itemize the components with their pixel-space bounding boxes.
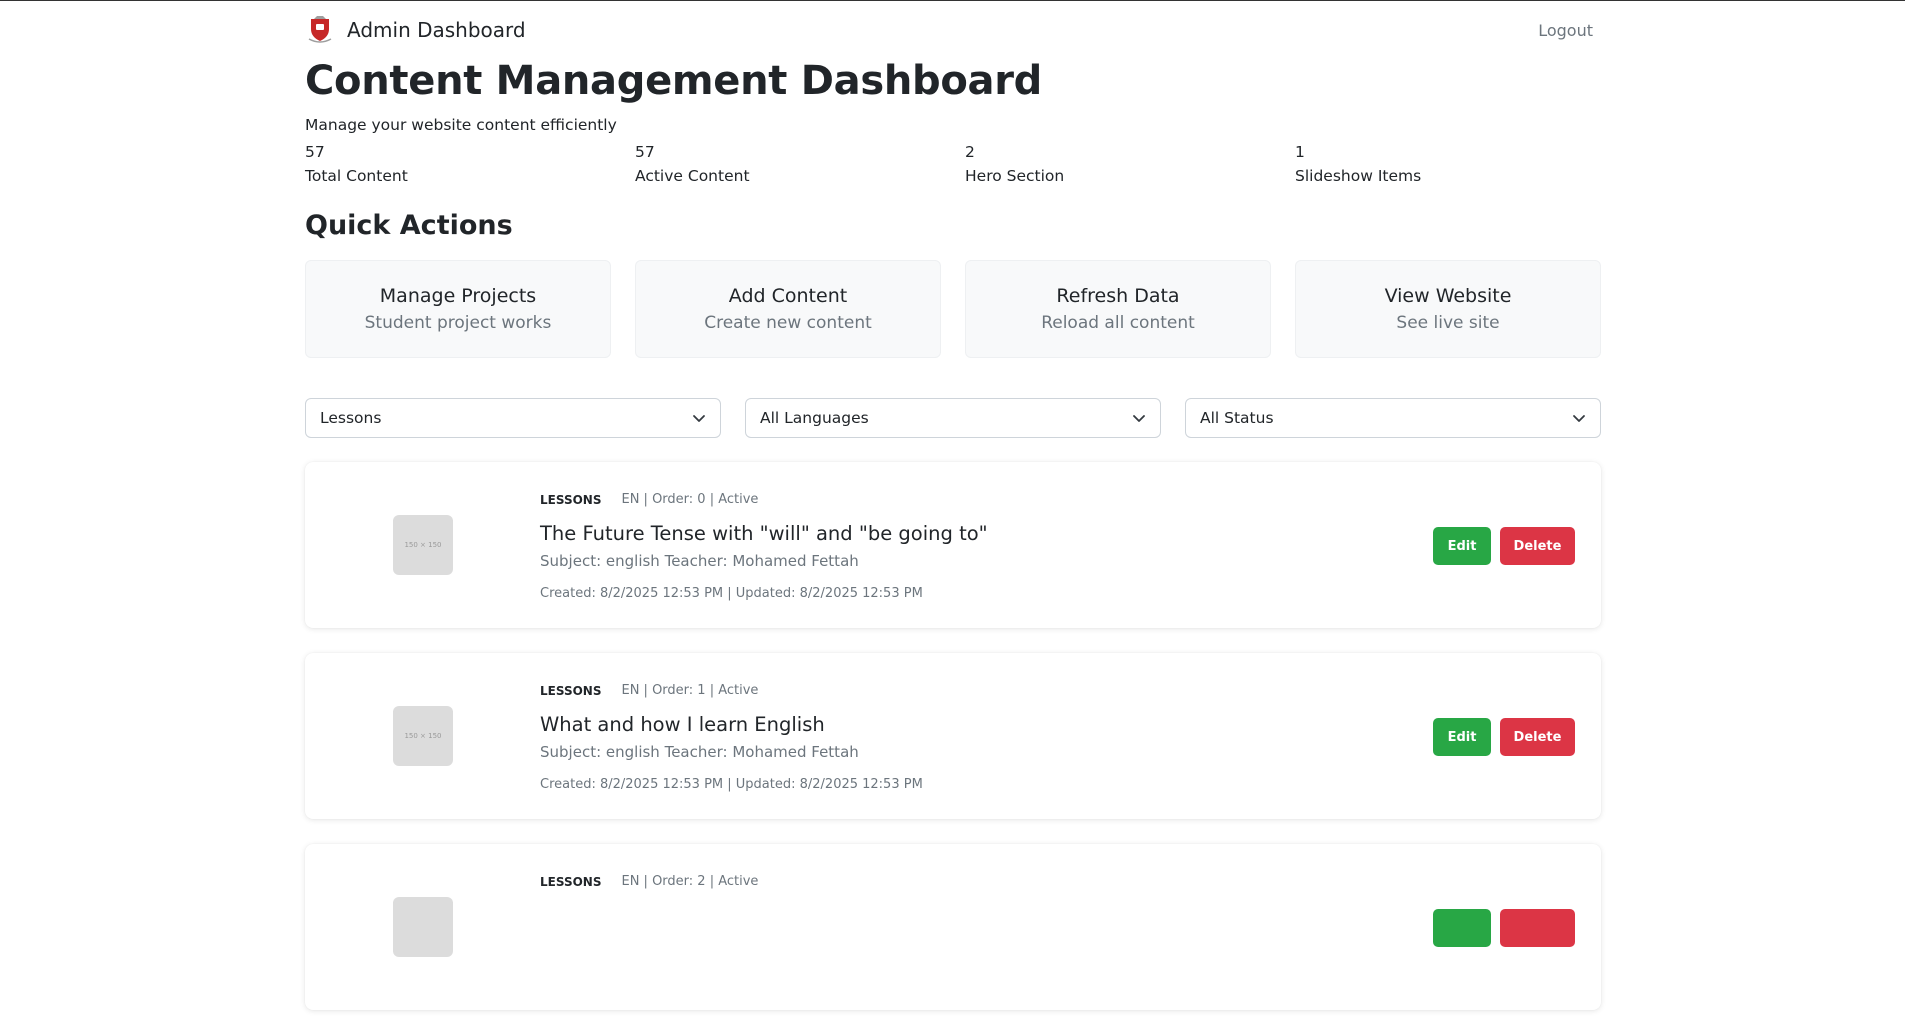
content-item: LESSONS EN | Order: 2 | Active (305, 844, 1601, 1010)
item-actions: Edit Delete (1433, 718, 1575, 756)
delete-button[interactable]: Delete (1500, 527, 1575, 565)
chevron-down-icon (1573, 415, 1585, 422)
item-meta-row: LESSONS EN | Order: 0 | Active (540, 492, 758, 507)
manage-projects-button[interactable]: Manage Projects Student project works (305, 260, 611, 358)
item-meta-row: LESSONS EN | Order: 2 | Active (540, 874, 758, 889)
item-dates: Created: 8/2/2025 12:53 PM | Updated: 8/… (540, 777, 923, 792)
delete-button[interactable]: Delete (1500, 718, 1575, 756)
brand-title: Admin Dashboard (347, 18, 526, 42)
select-value: All Languages (760, 409, 869, 427)
brand[interactable]: Admin Dashboard (305, 15, 526, 45)
page-subtitle: Manage your website content efficiently (305, 116, 617, 134)
action-title: Add Content (728, 285, 848, 307)
quick-actions: Manage Projects Student project works Ad… (305, 260, 1601, 358)
content-item: 150 × 150 LESSONS EN | Order: 1 | Active… (305, 653, 1601, 819)
stat-slideshow-items: 1 Slideshow Items (1295, 140, 1625, 188)
thumbnail-placeholder (393, 897, 453, 957)
filters: Lessons All Languages All Status (305, 398, 1601, 438)
stat-value: 57 (635, 143, 655, 161)
action-desc: See live site (1396, 313, 1500, 333)
item-meta: EN | Order: 0 | Active (621, 492, 759, 507)
quick-actions-title: Quick Actions (305, 210, 513, 241)
chevron-down-icon (1133, 415, 1145, 422)
stat-value: 2 (965, 143, 975, 161)
item-actions (1433, 909, 1575, 947)
action-title: Manage Projects (379, 285, 537, 307)
thumbnail-placeholder: 150 × 150 (393, 515, 453, 575)
stat-active-content: 57 Active Content (635, 140, 965, 188)
navbar: Admin Dashboard Logout (305, 1, 1601, 59)
item-meta-row: LESSONS EN | Order: 1 | Active (540, 683, 758, 698)
content-type-tag: LESSONS (540, 492, 602, 507)
edit-button[interactable]: Edit (1433, 527, 1491, 565)
item-subtitle: Subject: english Teacher: Mohamed Fettah (540, 743, 859, 761)
edit-button[interactable]: Edit (1433, 718, 1491, 756)
stat-hero-section: 2 Hero Section (965, 140, 1295, 188)
content-item: 150 × 150 LESSONS EN | Order: 0 | Active… (305, 462, 1601, 628)
select-value: All Status (1200, 409, 1274, 427)
stat-label: Hero Section (965, 167, 1065, 185)
shield-crest-icon (308, 16, 332, 43)
content-type-select[interactable]: Lessons (305, 398, 721, 438)
edit-button[interactable] (1433, 909, 1491, 947)
item-title: What and how I learn English (540, 713, 825, 736)
stat-total-content: 57 Total Content (305, 140, 635, 188)
content-list: 150 × 150 LESSONS EN | Order: 0 | Active… (305, 462, 1601, 1035)
delete-button[interactable] (1500, 909, 1575, 947)
language-select[interactable]: All Languages (745, 398, 1161, 438)
select-value: Lessons (320, 409, 382, 427)
content-type-tag: LESSONS (540, 683, 602, 698)
action-desc: Create new content (704, 313, 872, 333)
stat-label: Total Content (305, 167, 408, 185)
add-content-button[interactable]: Add Content Create new content (635, 260, 941, 358)
action-title: View Website (1384, 285, 1512, 307)
stat-value: 57 (305, 143, 325, 161)
item-meta: EN | Order: 2 | Active (621, 874, 759, 889)
page-title: Content Management Dashboard (305, 58, 1042, 104)
action-desc: Reload all content (1041, 313, 1195, 333)
action-desc: Student project works (364, 313, 552, 333)
stats-row: 57 Total Content 57 Active Content 2 Her… (305, 140, 1625, 188)
item-title: The Future Tense with "will" and "be goi… (540, 522, 988, 545)
item-meta: EN | Order: 1 | Active (621, 683, 759, 698)
item-actions: Edit Delete (1433, 527, 1575, 565)
action-title: Refresh Data (1056, 285, 1180, 307)
status-select[interactable]: All Status (1185, 398, 1601, 438)
item-subtitle: Subject: english Teacher: Mohamed Fettah (540, 552, 859, 570)
refresh-data-button[interactable]: Refresh Data Reload all content (965, 260, 1271, 358)
view-website-button[interactable]: View Website See live site (1295, 260, 1601, 358)
thumbnail-placeholder: 150 × 150 (393, 706, 453, 766)
item-dates: Created: 8/2/2025 12:53 PM | Updated: 8/… (540, 586, 923, 601)
stat-value: 1 (1295, 143, 1305, 161)
logout-link[interactable]: Logout (1538, 21, 1593, 40)
stat-label: Active Content (635, 167, 750, 185)
stat-label: Slideshow Items (1295, 167, 1422, 185)
chevron-down-icon (693, 415, 705, 422)
content-type-tag: LESSONS (540, 874, 602, 889)
